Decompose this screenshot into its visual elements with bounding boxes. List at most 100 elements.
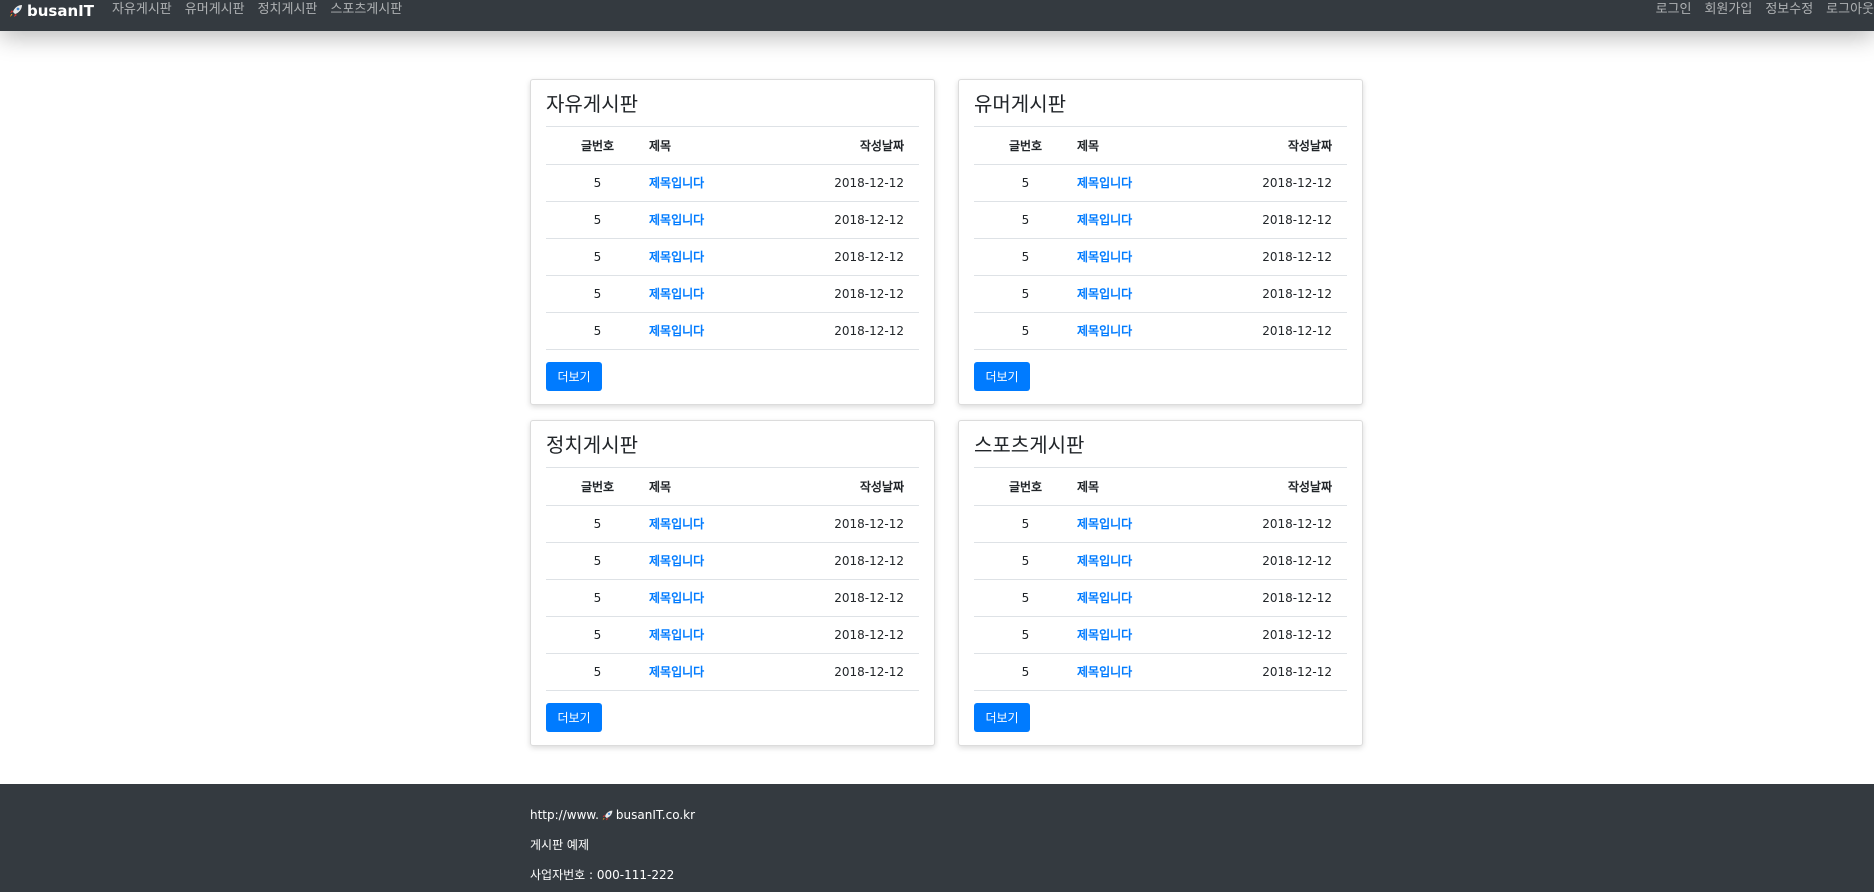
post-title-link[interactable]: 제목입니다 (1077, 591, 1132, 605)
post-date: 2018-12-12 (1207, 164, 1347, 202)
post-title-link[interactable]: 제목입니다 (1077, 287, 1132, 301)
board-title: 유머게시판 (974, 80, 1347, 127)
post-date: 2018-12-12 (1207, 312, 1347, 350)
post-title-link[interactable]: 제목입니다 (649, 554, 704, 568)
post-title-link[interactable]: 제목입니다 (649, 628, 704, 642)
post-title-link[interactable]: 제목입니다 (649, 176, 704, 190)
nav-politics-board[interactable]: 정치게시판 (258, 2, 318, 18)
signup-link[interactable]: 회원가입 (1704, 2, 1752, 18)
post-date: 2018-12-12 (1207, 653, 1347, 691)
header-date: 작성날짜 (779, 468, 919, 506)
more-button[interactable]: 더보기 (546, 702, 602, 732)
post-table: 글번호 제목 작성날짜 5 제목입니다 2018-12-12 5 제목입니다 2… (546, 127, 919, 350)
post-title-link[interactable]: 제목입니다 (1077, 176, 1132, 190)
rocket-icon (601, 809, 614, 822)
post-number: 5 (546, 238, 649, 276)
table-row: 5 제목입니다 2018-12-12 (546, 542, 919, 580)
post-title-link[interactable]: 제목입니다 (1077, 517, 1132, 531)
nav-sports-board[interactable]: 스포츠게시판 (330, 2, 402, 18)
post-title-link[interactable]: 제목입니다 (649, 591, 704, 605)
nav-free-board[interactable]: 자유게시판 (112, 2, 172, 18)
post-date: 2018-12-12 (779, 579, 919, 617)
header-title: 제목 (1077, 127, 1207, 165)
table-row: 5 제목입니다 2018-12-12 (974, 201, 1347, 239)
more-button[interactable]: 더보기 (974, 702, 1030, 732)
post-date: 2018-12-12 (1207, 579, 1347, 617)
brand-link[interactable]: busanIT (8, 2, 94, 20)
edit-profile-link[interactable]: 정보수정 (1765, 2, 1813, 18)
top-navbar: busanIT 자유게시판 유머게시판 정치게시판 스포츠게시판 로그인 회원가… (0, 0, 1874, 31)
post-title-link[interactable]: 제목입니다 (1077, 628, 1132, 642)
table-header-row: 글번호 제목 작성날짜 (546, 468, 919, 506)
header-title: 제목 (1077, 468, 1207, 506)
post-number: 5 (974, 164, 1077, 202)
post-number: 5 (546, 616, 649, 654)
post-date: 2018-12-12 (779, 164, 919, 202)
user-nav: 로그인 회원가입 정보수정 로그아웃 (1656, 2, 1874, 18)
footer-url-suffix: busanIT.co.kr (615, 808, 696, 822)
post-date: 2018-12-12 (1207, 542, 1347, 580)
table-row: 5 제목입니다 2018-12-12 (546, 505, 919, 543)
table-row: 5 제목입니다 2018-12-12 (546, 275, 919, 313)
post-table: 글번호 제목 작성날짜 5 제목입니다 2018-12-12 5 제목입니다 2… (546, 468, 919, 691)
login-link[interactable]: 로그인 (1656, 2, 1692, 18)
table-header-row: 글번호 제목 작성날짜 (974, 468, 1347, 506)
table-row: 5 제목입니다 2018-12-12 (974, 275, 1347, 313)
table-row: 5 제목입니다 2018-12-12 (974, 505, 1347, 543)
board-title: 정치게시판 (546, 421, 919, 468)
post-number: 5 (974, 542, 1077, 580)
more-button[interactable]: 더보기 (974, 361, 1030, 391)
board-title: 자유게시판 (546, 80, 919, 127)
post-title-link[interactable]: 제목입니다 (649, 665, 704, 679)
post-title-link[interactable]: 제목입니다 (649, 250, 704, 264)
rocket-icon (8, 3, 24, 19)
post-date: 2018-12-12 (779, 653, 919, 691)
table-row: 5 제목입니다 2018-12-12 (546, 616, 919, 654)
post-number: 5 (546, 542, 649, 580)
post-title-link[interactable]: 제목입니다 (649, 213, 704, 227)
logout-link[interactable]: 로그아웃 (1826, 2, 1874, 18)
post-number: 5 (546, 275, 649, 313)
post-title-link[interactable]: 제목입니다 (649, 517, 704, 531)
table-row: 5 제목입니다 2018-12-12 (546, 653, 919, 691)
footer-business-number: 사업자번호 : 000-111-222 (530, 868, 675, 882)
header-title: 제목 (649, 127, 779, 165)
post-title-link[interactable]: 제목입니다 (1077, 324, 1132, 338)
nav-humor-board[interactable]: 유머게시판 (185, 2, 245, 18)
more-button[interactable]: 더보기 (546, 361, 602, 391)
post-date: 2018-12-12 (1207, 275, 1347, 313)
table-row: 5 제목입니다 2018-12-12 (974, 653, 1347, 691)
post-date: 2018-12-12 (1207, 238, 1347, 276)
post-number: 5 (974, 653, 1077, 691)
post-number: 5 (546, 201, 649, 239)
footer-url: http://www. busanIT.co.kr (530, 808, 1874, 822)
post-date: 2018-12-12 (779, 275, 919, 313)
post-table: 글번호 제목 작성날짜 5 제목입니다 2018-12-12 5 제목입니다 2… (974, 127, 1347, 350)
table-row: 5 제목입니다 2018-12-12 (546, 312, 919, 350)
board-card-politics: 정치게시판 글번호 제목 작성날짜 5 제목입니다 2018-12-12 5 제… (530, 420, 935, 746)
table-row: 5 제목입니다 2018-12-12 (974, 164, 1347, 202)
table-header-row: 글번호 제목 작성날짜 (974, 127, 1347, 165)
footer-subtitle: 게시판 예제 (530, 838, 590, 852)
post-title-link[interactable]: 제목입니다 (1077, 665, 1132, 679)
post-title-link[interactable]: 제목입니다 (649, 324, 704, 338)
post-title-link[interactable]: 제목입니다 (1077, 250, 1132, 264)
post-number: 5 (974, 201, 1077, 239)
post-title-link[interactable]: 제목입니다 (1077, 554, 1132, 568)
post-date: 2018-12-12 (1207, 616, 1347, 654)
post-number: 5 (546, 653, 649, 691)
post-number: 5 (546, 579, 649, 617)
board-card-humor: 유머게시판 글번호 제목 작성날짜 5 제목입니다 2018-12-12 5 제… (958, 79, 1363, 405)
post-number: 5 (974, 275, 1077, 313)
board-card-sports: 스포츠게시판 글번호 제목 작성날짜 5 제목입니다 2018-12-12 5 … (958, 420, 1363, 746)
header-title: 제목 (649, 468, 779, 506)
table-row: 5 제목입니다 2018-12-12 (546, 238, 919, 276)
post-number: 5 (974, 505, 1077, 543)
post-date: 2018-12-12 (779, 542, 919, 580)
post-title-link[interactable]: 제목입니다 (649, 287, 704, 301)
post-table: 글번호 제목 작성날짜 5 제목입니다 2018-12-12 5 제목입니다 2… (974, 468, 1347, 691)
post-title-link[interactable]: 제목입니다 (1077, 213, 1132, 227)
post-date: 2018-12-12 (779, 201, 919, 239)
table-row: 5 제목입니다 2018-12-12 (974, 542, 1347, 580)
board-card-free: 자유게시판 글번호 제목 작성날짜 5 제목입니다 2018-12-12 5 제… (530, 79, 935, 405)
